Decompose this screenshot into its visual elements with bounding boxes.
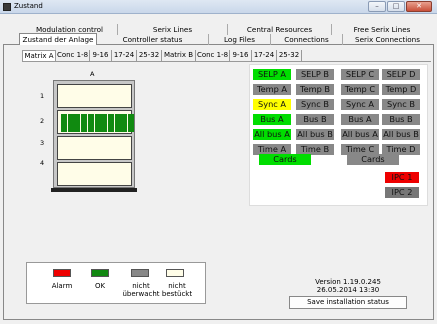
rack-card[interactable] <box>101 114 108 132</box>
status-button-all-bus-a[interactable]: All bus A <box>341 129 379 140</box>
subtab-matrix-b[interactable]: Matrix B <box>162 50 196 61</box>
legend-label-ok: OK <box>94 282 106 290</box>
subtab-9-16-b[interactable]: 9-16 <box>230 50 252 61</box>
subtab-divider <box>22 61 431 62</box>
subtab-25-32-a[interactable]: 25-32 <box>137 50 162 61</box>
version-text: Version 1.19.0.245 <box>315 278 381 286</box>
rack-slot-3 <box>57 136 132 160</box>
status-button-sync-a[interactable]: Sync A <box>253 99 291 110</box>
legend-swatch-nicht-ueberwacht <box>131 269 149 277</box>
rack-row-label: 2 <box>40 117 45 125</box>
rack-row-label: 1 <box>40 92 45 100</box>
status-button-all-bus-a[interactable]: All bus A <box>253 129 291 140</box>
status-button-bus-a[interactable]: Bus A <box>341 114 379 125</box>
status-button-bus-b[interactable]: Bus B <box>382 114 420 125</box>
subtab-17-24-b[interactable]: 17-24 <box>252 50 277 61</box>
rack-card[interactable] <box>107 114 114 132</box>
status-button-selp-c[interactable]: SELP C <box>341 69 379 80</box>
rack-card[interactable] <box>67 114 74 132</box>
legend-label-nicht-bestueckt: nicht bestückt <box>161 282 193 298</box>
rack-column-label: A <box>90 70 95 78</box>
legend-swatch-ok <box>91 269 109 277</box>
tab-controller-status[interactable]: Controller status <box>97 34 209 45</box>
cards-button-b[interactable]: Cards <box>347 154 399 165</box>
rack-slot-4 <box>57 162 132 186</box>
tab-zustand-der-anlage[interactable]: Zustand der Anlage <box>19 33 97 45</box>
subtab-25-32-b[interactable]: 25-32 <box>277 50 302 61</box>
rack-card[interactable] <box>94 114 101 132</box>
rack-card[interactable] <box>114 114 121 132</box>
status-button-all-bus-b[interactable]: All bus B <box>296 129 334 140</box>
status-button-all-bus-b[interactable]: All bus B <box>382 129 420 140</box>
ipc-1-button[interactable]: IPC 1 <box>385 172 419 183</box>
status-button-temp-c[interactable]: Temp C <box>341 84 379 95</box>
status-button-selp-a[interactable]: SELP A <box>253 69 291 80</box>
status-button-sync-b[interactable]: Sync B <box>382 99 420 110</box>
status-button-temp-d[interactable]: Temp D <box>382 84 420 95</box>
status-button-sync-a[interactable]: Sync A <box>341 99 379 110</box>
rack-base <box>51 188 137 192</box>
rack-card[interactable] <box>87 114 94 132</box>
maximize-button[interactable]: □ <box>387 1 405 12</box>
rack-card[interactable] <box>61 114 67 132</box>
status-button-temp-a[interactable]: Temp A <box>253 84 291 95</box>
datetime-text: 26.05.2014 13:30 <box>316 286 380 294</box>
title-bar: Zustand – □ ✕ <box>0 0 437 14</box>
rack-card[interactable] <box>128 114 134 132</box>
close-button[interactable]: ✕ <box>406 1 432 12</box>
rack-slot-2 <box>57 110 134 134</box>
subtab-9-16-a[interactable]: 9-16 <box>90 50 112 61</box>
legend-swatch-alarm <box>53 269 71 277</box>
rack-card[interactable] <box>74 114 81 132</box>
status-button-sync-b[interactable]: Sync B <box>296 99 334 110</box>
rack-row-label: 3 <box>40 139 45 147</box>
rack-slot-1 <box>57 84 132 108</box>
cards-button-a[interactable]: Cards <box>259 154 311 165</box>
rack-card[interactable] <box>81 114 88 132</box>
subtab-conc-1-8-b[interactable]: Conc 1-8 <box>196 50 230 61</box>
status-button-temp-b[interactable]: Temp B <box>296 84 334 95</box>
status-button-selp-b[interactable]: SELP B <box>296 69 334 80</box>
status-button-bus-b[interactable]: Bus B <box>296 114 334 125</box>
app-icon <box>3 3 11 11</box>
legend-swatch-nicht-bestueckt <box>166 269 184 277</box>
rack-card[interactable] <box>121 114 128 132</box>
rack-row-label: 4 <box>40 159 45 167</box>
subtab-17-24-a[interactable]: 17-24 <box>112 50 137 61</box>
tab-log-files[interactable]: Log Files <box>209 34 271 45</box>
status-button-selp-d[interactable]: SELP D <box>382 69 420 80</box>
subtab-conc-1-8-a[interactable]: Conc 1-8 <box>56 50 90 61</box>
ipc-2-button[interactable]: IPC 2 <box>385 187 419 198</box>
status-button-bus-a[interactable]: Bus A <box>253 114 291 125</box>
legend-label-alarm: Alarm <box>51 282 73 290</box>
subtab-matrix-a[interactable]: Matrix A <box>22 50 56 61</box>
rack <box>53 80 135 188</box>
save-installation-status-button[interactable]: Save installation status <box>289 296 407 309</box>
window-title: Zustand <box>14 2 43 10</box>
tab-connections[interactable]: Connections <box>271 34 343 45</box>
tab-serix-connections[interactable]: Serix Connections <box>343 34 432 45</box>
minimize-button[interactable]: – <box>368 1 386 12</box>
